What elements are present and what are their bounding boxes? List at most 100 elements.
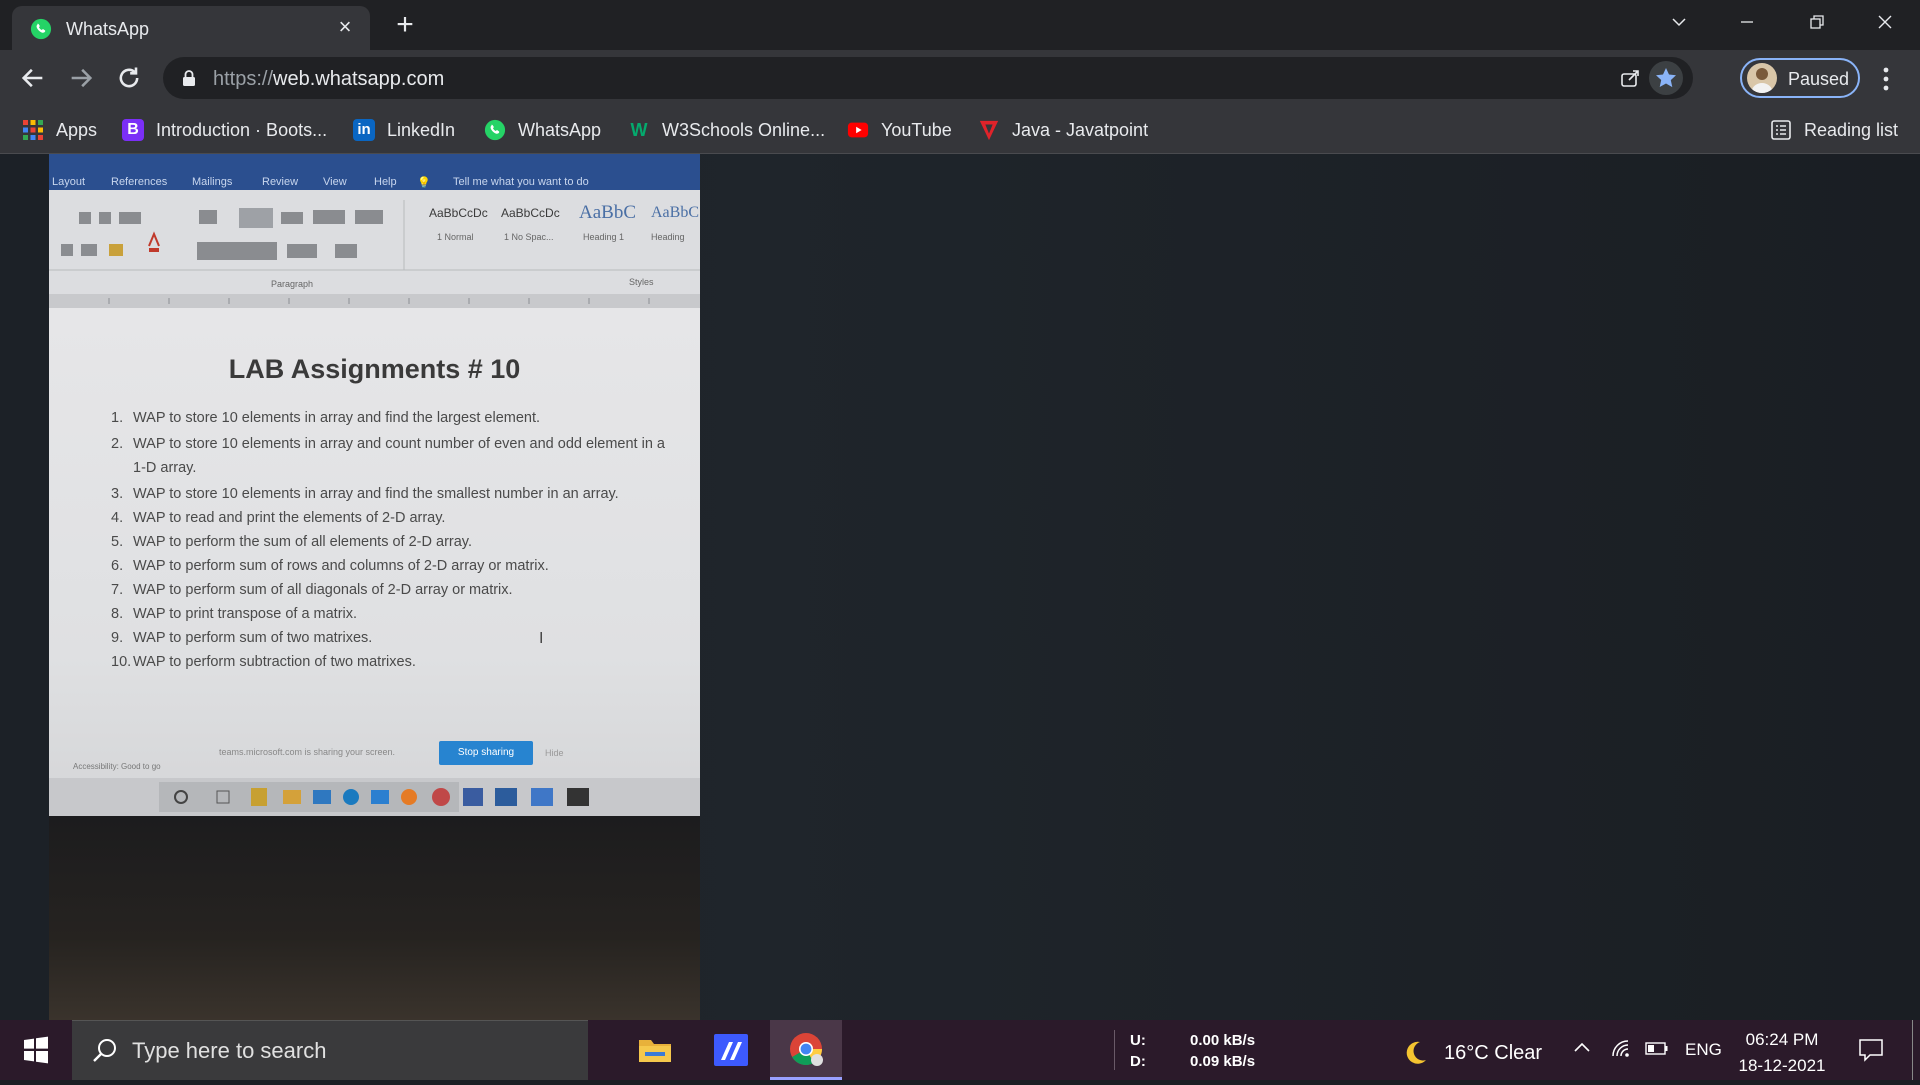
wifi-icon[interactable] (1610, 1038, 1632, 1060)
search-placeholder: Type here to search (132, 1038, 327, 1063)
bookmark-label: W3Schools Online... (662, 119, 826, 140)
reading-list[interactable]: Reading list (1770, 116, 1898, 144)
style-name: 1 Normal (437, 232, 474, 242)
battery-icon[interactable] (1644, 1038, 1670, 1058)
bookmark-label: YouTube (881, 119, 952, 140)
list-item: 10. WAP to perform subtraction of two mat… (111, 654, 416, 670)
lock-icon[interactable] (181, 69, 197, 87)
restore-icon[interactable] (1794, 6, 1840, 38)
bookmark-label: Introduction · Boots... (156, 119, 328, 140)
ribbon-tab: References (111, 176, 168, 188)
ribbon-tab: Help (374, 176, 397, 188)
assignment-list: 1. WAP to store 10 elements in array and … (111, 406, 671, 674)
style-name: Heading (651, 232, 685, 242)
windows-taskbar: Type here to search U: 0.00 kB/s D: 0.09 k… (0, 1020, 1920, 1080)
moon-icon (1406, 1041, 1426, 1064)
linkedin-icon: in (353, 119, 375, 141)
chrome-icon (790, 1033, 823, 1066)
tab-close-icon[interactable]: × (334, 16, 356, 38)
photo-dark-area (49, 816, 700, 1020)
profile-button[interactable]: Paused (1740, 58, 1860, 98)
address-bar[interactable]: https://web.whatsapp.com (163, 57, 1693, 99)
word-ribbon-tabs: Layout References Mailings Review View H… (49, 154, 700, 190)
style-name: Heading 1 (583, 232, 625, 242)
minimize-icon[interactable] (1724, 6, 1770, 38)
reading-list-label: Reading list (1804, 119, 1899, 140)
tab-whatsapp[interactable]: WhatsApp × (12, 6, 370, 50)
taskbar-apps-icon (159, 782, 589, 812)
youtube-icon (847, 122, 869, 138)
bookmark-star-icon[interactable] (1649, 61, 1683, 95)
network-speed-meter: U: 0.00 kB/s D: 0.09 kB/s (1130, 1030, 1255, 1072)
weather-text: 16°C Clear (1444, 1041, 1543, 1064)
bookmark-whatsapp[interactable]: WhatsApp (484, 116, 601, 144)
back-icon[interactable] (19, 64, 47, 92)
start-button[interactable] (0, 1020, 72, 1080)
notification-icon[interactable] (1858, 1038, 1884, 1062)
ribbon-tab: Mailings (192, 176, 233, 188)
list-item: 3. WAP to store 10 elements in array and … (111, 486, 619, 502)
bookmark-label: Apps (56, 119, 98, 140)
clock-date: 18-12-2021 (1738, 1056, 1826, 1075)
bootstrap-icon: B (122, 119, 144, 141)
image-viewer-photo[interactable]: Layout References Mailings Review View H… (49, 154, 700, 1020)
lightbulb-icon: 💡 (417, 177, 431, 189)
bookmark-label: Java - Javatpoint (1012, 119, 1149, 140)
list-item: 8. WAP to print transpose of a matrix. (111, 606, 358, 622)
profile-status: Paused (1788, 69, 1850, 89)
bookmarks-bar: Apps B Introduction · Boots... in Linked… (0, 106, 1920, 154)
forward-icon[interactable] (67, 64, 95, 92)
bookmark-w3schools[interactable]: W W3Schools Online... (628, 116, 826, 144)
bookmark-javatpoint[interactable]: Java - Javatpoint (978, 116, 1148, 144)
word-ribbon: AaBbCcDc AaBbCcDc AaBbC AaBbC 1 Normal 1… (49, 190, 700, 300)
tab-search-chevron-icon[interactable] (1656, 6, 1702, 38)
new-tab-icon[interactable]: + (390, 10, 420, 40)
apps-grid-icon (23, 120, 43, 140)
tab-title: WhatsApp (66, 19, 150, 39)
upload-value: 0.00 kB/s (1190, 1032, 1256, 1049)
show-desktop-button[interactable] (1912, 1020, 1913, 1080)
ribbon-tab: Layout (52, 176, 86, 188)
more-menu-icon[interactable] (1876, 66, 1896, 92)
reload-icon[interactable] (115, 64, 143, 92)
page-content: Layout References Mailings Review View H… (0, 154, 1920, 1020)
list-item: 4. WAP to read and print the elements of … (111, 510, 446, 526)
ribbon-group-label: Styles (629, 277, 654, 287)
close-window-icon[interactable] (1862, 6, 1908, 38)
taskbar-chrome[interactable] (770, 1020, 842, 1080)
style-sample: AaBbCcDc (501, 206, 560, 220)
style-sample: AaBbC (651, 204, 699, 221)
language-indicator[interactable]: ENG (1685, 1040, 1722, 1060)
hide-button: Hide (545, 748, 564, 758)
bookmark-apps[interactable]: Apps (22, 116, 97, 144)
screen-share-bar: teams.microsoft.com is sharing your scre… (199, 739, 564, 767)
tab-strip: WhatsApp × + (0, 0, 1920, 50)
style-sample: AaBbCcDc (429, 206, 488, 220)
ruler (49, 294, 700, 308)
text-cursor-icon: I (539, 630, 544, 647)
photo-taskbar (49, 778, 700, 816)
list-item: 6. WAP to perform sum of rows and columns… (111, 558, 549, 574)
style-sample: AaBbC (579, 202, 636, 223)
document-title: LAB Assignments # 10 (228, 354, 521, 384)
url-text[interactable]: https://web.whatsapp.com (213, 68, 444, 91)
avatar (1747, 63, 1777, 93)
reading-list-icon (1771, 120, 1791, 140)
chevron-up-icon[interactable] (1572, 1038, 1592, 1058)
taskbar-search-box[interactable]: Type here to search (72, 1020, 588, 1080)
ribbon-tab: Review (262, 176, 299, 188)
style-name: 1 No Spac... (504, 232, 554, 242)
list-item: 9. WAP to perform sum of two matrixes. (111, 630, 373, 646)
bookmark-youtube[interactable]: YouTube (847, 116, 952, 144)
upload-label: U: (1130, 1032, 1146, 1049)
taskbar-app-dev[interactable] (694, 1020, 766, 1080)
windows-logo-icon (24, 1036, 48, 1064)
javatpoint-icon (979, 120, 999, 141)
taskbar-file-explorer[interactable] (619, 1020, 691, 1080)
bookmark-bootstrap[interactable]: B Introduction · Boots... (122, 116, 327, 144)
app-icon (714, 1034, 748, 1066)
clock[interactable]: 06:24 PM 18-12-2021 (1730, 1027, 1834, 1079)
weather-widget[interactable]: 16°C Clear (1400, 1038, 1542, 1068)
bookmark-linkedin[interactable]: in LinkedIn (353, 116, 455, 144)
share-icon[interactable] (1619, 67, 1641, 89)
